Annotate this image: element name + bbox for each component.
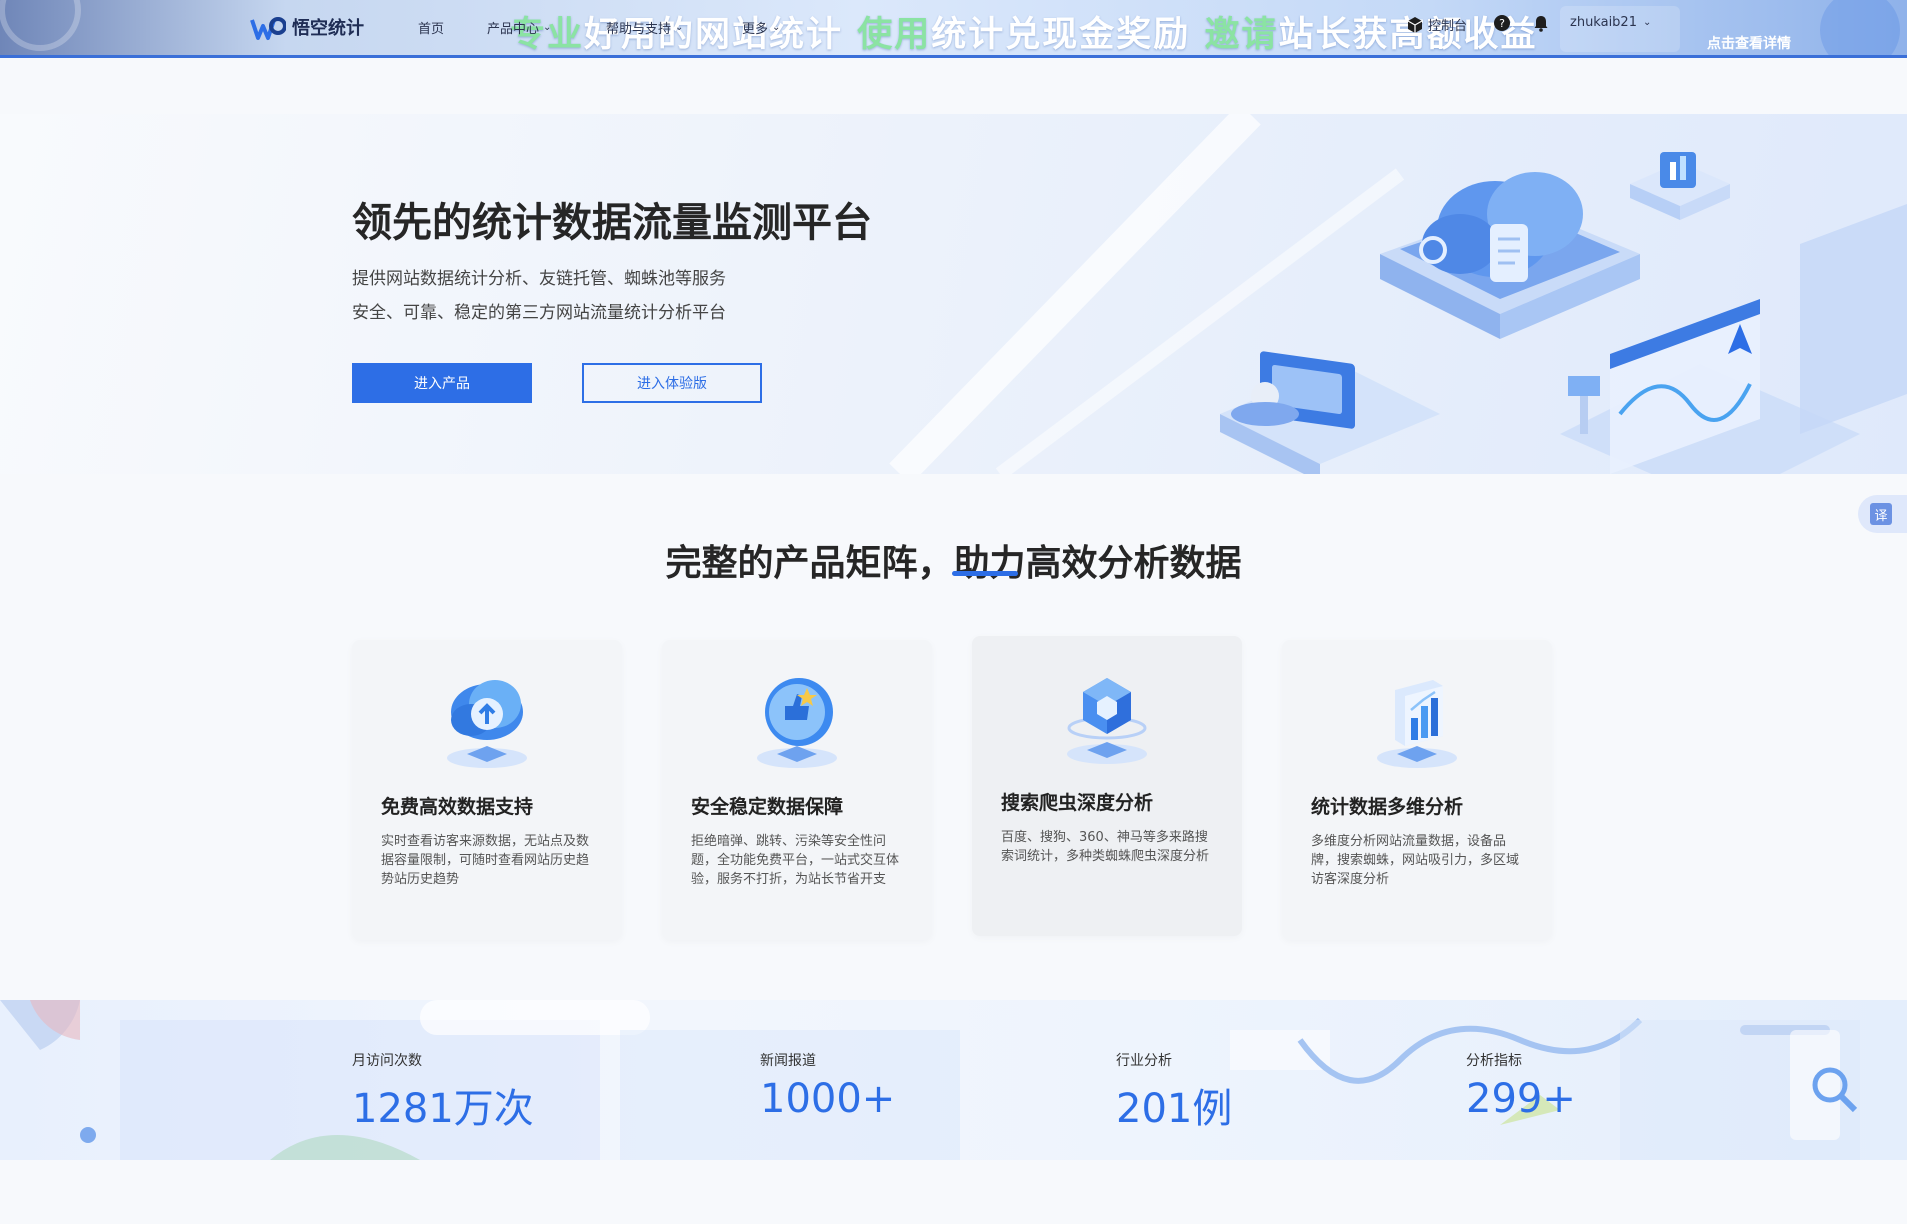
site-logo[interactable]: 悟空统计 (250, 12, 364, 42)
slogan-highlight-2: 使用 (857, 15, 932, 55)
feature-card-title: 免费高效数据支持 (381, 796, 534, 818)
hero-title: 领先的统计数据流量监测平台 (352, 200, 872, 246)
nav-help-label: 帮助与支持 (606, 22, 672, 37)
help-button[interactable]: ? (1494, 15, 1510, 31)
nav-products-label: 产品中心 (487, 22, 540, 37)
nav-home[interactable]: 首页 (418, 18, 444, 37)
feature-card[interactable]: 统计数据多维分析 多维度分析网站流量数据，设备品牌，搜索蜘蛛，网站吸引力，多区域… (1282, 640, 1552, 940)
user-menu[interactable]: zhukaib21 ⌄ (1570, 15, 1651, 30)
feature-card-desc: 多维度分析网站流量数据，设备品牌，搜索蜘蛛，网站吸引力，多区域访客深度分析 (1311, 834, 1520, 887)
chevron-down-icon: ⌄ (1642, 17, 1652, 28)
feature-card[interactable]: 免费高效数据支持 实时查看访客来源数据，无站点及数据容量限制，可随时查看网站历史… (352, 640, 622, 940)
chevron-down-icon: ⌄ (675, 22, 684, 33)
feature-card-title: 搜索爬虫深度分析 (1001, 792, 1154, 814)
console-link[interactable]: 控制台 (1406, 15, 1467, 34)
bar-chart-icon (1367, 670, 1467, 770)
stat-label: 月访问次数 (352, 1053, 422, 1069)
cube-crawler-icon (1057, 666, 1157, 766)
svg-text:?: ? (1499, 17, 1505, 30)
stat-value: 201例 (1116, 1086, 1233, 1132)
stat-value: 299+ (1466, 1076, 1576, 1122)
stat-label: 行业分析 (1116, 1053, 1172, 1069)
stat-label: 分析指标 (1466, 1053, 1522, 1069)
nav-help[interactable]: 帮助与支持 ⌄ (606, 18, 683, 37)
logo-text: 悟空统计 (292, 18, 364, 39)
console-label: 控制台 (1428, 19, 1468, 34)
banner-detail-link[interactable]: 点击查看详情 (1707, 33, 1791, 53)
nav-more-label: 更多 (742, 22, 769, 37)
features-title: 完整的产品矩阵，助力高效分析数据 (665, 543, 1242, 584)
stat-label: 新闻报道 (760, 1053, 816, 1069)
translate-button[interactable]: 译 (1858, 495, 1907, 533)
thumbs-up-shield-icon (747, 670, 847, 770)
feature-card-title: 统计数据多维分析 (1311, 796, 1464, 818)
feature-card-title: 安全稳定数据保障 (691, 796, 844, 818)
notification-button[interactable] (1533, 15, 1549, 32)
stat-value: 1281万次 (352, 1086, 534, 1132)
enter-product-button[interactable]: 进入产品 (352, 363, 532, 403)
feature-card-desc: 拒绝暗弹、跳转、污染等安全性问题，全功能免费平台，一站式交互体验，服务不打折，为… (691, 834, 900, 887)
cloud-upload-icon (437, 670, 537, 770)
hero-subtitle-2: 安全、可靠、稳定的第三方网站流量统计分析平台 (352, 303, 726, 323)
feature-card-desc: 百度、搜狗、360、神马等多来路搜索词统计，多种类蜘蛛爬虫深度分析 (1001, 830, 1210, 864)
bell-icon (1534, 16, 1548, 32)
nav-home-label: 首页 (418, 22, 445, 37)
stat-value: 1000+ (760, 1076, 896, 1122)
hero-isometric-illustration (1220, 152, 1907, 474)
translate-label: 译 (1870, 503, 1892, 525)
banner-underline (0, 55, 1907, 58)
hero-subtitle-1: 提供网站数据统计分析、友链托管、蜘蛛池等服务 (352, 269, 726, 289)
enter-trial-button[interactable]: 进入体验版 (582, 363, 762, 403)
stats-background-decoration (0, 1000, 1860, 1160)
hero-section: 领先的统计数据流量监测平台 提供网站数据统计分析、友链托管、蜘蛛池等服务 安全、… (0, 114, 1907, 474)
nav-more[interactable]: 更多 ⌄ (742, 18, 780, 37)
slogan-part-2: 统计兑现金奖励 (931, 15, 1191, 55)
feature-card[interactable]: 安全稳定数据保障 拒绝暗弹、跳转、污染等安全性问题，全功能免费平台，一站式交互体… (662, 640, 932, 940)
username: zhukaib21 (1570, 15, 1637, 30)
chevron-down-icon: ⌄ (772, 22, 781, 33)
slogan-highlight-3: 邀请 (1204, 15, 1279, 55)
nav-products[interactable]: 产品中心 ⌄ (487, 18, 551, 37)
cube-icon (1407, 16, 1423, 33)
stats-section: 月访问次数 1281万次 新闻报道 1000+ 行业分析 201例 分析指标 2… (0, 1000, 1907, 1160)
feature-card[interactable]: 搜索爬虫深度分析 百度、搜狗、360、神马等多来路搜索词统计，多种类蜘蛛爬虫深度… (972, 636, 1242, 936)
title-accent-underline (952, 571, 1018, 576)
help-circle-icon: ? (1494, 15, 1510, 31)
logo-mark-icon (250, 12, 287, 42)
chevron-down-icon: ⌄ (543, 22, 552, 33)
feature-card-desc: 实时查看访客来源数据，无站点及数据容量限制，可随时查看网站历史趋势站历史趋势 (381, 834, 590, 887)
top-banner: 专业好用的网站统计 使用统计兑现金奖励 邀请站长获高额收益 点击查看详情 悟空统… (0, 0, 1907, 58)
